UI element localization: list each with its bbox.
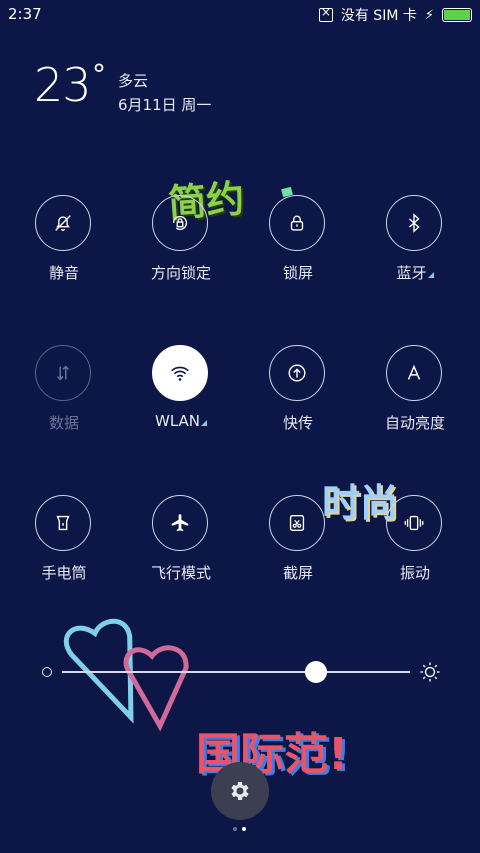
- toggle-bluetooth[interactable]: 蓝牙: [355, 195, 475, 305]
- wifi-icon: [171, 366, 189, 381]
- status-icons: 没有 SIM 卡 ⚡: [318, 5, 472, 25]
- toggle-button[interactable]: [269, 345, 325, 401]
- toggle-label-text: 手电筒: [41, 564, 87, 582]
- toggle-button[interactable]: [386, 345, 442, 401]
- toggle-airplane[interactable]: 飞行模式: [121, 495, 241, 605]
- toggle-label-text: 方向锁定: [150, 264, 211, 282]
- gear-icon: [231, 782, 249, 800]
- toggle-label-text: 数据: [48, 414, 79, 432]
- toggle-button[interactable]: [386, 195, 442, 251]
- toggle-label: 锁屏: [238, 262, 358, 283]
- toggle-button[interactable]: [35, 195, 91, 251]
- status-bar: 2:37 没有 SIM 卡 ⚡: [0, 0, 480, 28]
- weather-date: 6月11日 周一: [118, 96, 212, 114]
- toggle-label-text: 快传: [282, 414, 313, 432]
- toggle-wifi[interactable]: WLAN: [121, 345, 241, 455]
- toggle-button[interactable]: [152, 495, 208, 551]
- no-sim-icon: [318, 5, 333, 22]
- toggle-button[interactable]: [35, 495, 91, 551]
- mobile-data-icon: [56, 365, 70, 381]
- status-time: 2:37: [8, 5, 42, 23]
- toggle-rotation-lock[interactable]: 方向锁定: [121, 195, 241, 305]
- toggle-label: 自动亮度: [355, 412, 475, 433]
- expand-indicator-icon[interactable]: [427, 272, 434, 278]
- quick-transfer-icon: [288, 364, 306, 382]
- toggle-label-text: 自动亮度: [384, 414, 445, 432]
- toggle-quick-transfer[interactable]: 快传: [238, 345, 358, 455]
- toggle-label-text: 截屏: [282, 564, 313, 582]
- brightness-track[interactable]: [62, 671, 410, 673]
- toggle-label: 蓝牙: [355, 262, 475, 283]
- brightness-high-icon: [420, 662, 440, 682]
- auto-brightness-icon: [407, 364, 421, 380]
- flashlight-icon: [56, 515, 70, 531]
- brightness-slider[interactable]: [40, 660, 440, 684]
- bluetooth-icon: [408, 213, 420, 233]
- lock-icon: [290, 215, 304, 231]
- vibrate-icon: [404, 515, 424, 531]
- settings-button[interactable]: [211, 762, 269, 820]
- toggle-bell-off[interactable]: 静音: [4, 195, 124, 305]
- toggle-label: 快传: [238, 412, 358, 433]
- toggle-label: 手电筒: [4, 562, 124, 583]
- toggle-label: 飞行模式: [121, 562, 241, 583]
- toggle-auto-brightness[interactable]: 自动亮度: [355, 345, 475, 455]
- toggle-flashlight[interactable]: 手电筒: [4, 495, 124, 605]
- toggle-label: 振动: [355, 562, 475, 583]
- toggle-label-text: 静音: [48, 264, 79, 282]
- temperature: 23: [34, 58, 92, 112]
- rotation-lock-icon: [172, 215, 188, 231]
- toggle-label: WLAN: [121, 412, 241, 430]
- battery-icon: [442, 8, 472, 22]
- page-dot: [233, 827, 237, 831]
- toggle-mobile-data[interactable]: 数据: [4, 345, 124, 455]
- brightness-thumb[interactable]: [305, 661, 328, 683]
- toggle-label-text: 飞行模式: [150, 564, 211, 582]
- toggle-lock[interactable]: 锁屏: [238, 195, 358, 305]
- toggle-button[interactable]: [386, 495, 442, 551]
- toggle-button[interactable]: [35, 345, 91, 401]
- expand-indicator-icon[interactable]: [201, 420, 207, 426]
- toggle-label: 截屏: [238, 562, 358, 583]
- weather-widget[interactable]: 23 ° 多云 6月11日 周一: [34, 58, 211, 114]
- toggle-label: 静音: [4, 262, 124, 283]
- sim-status-text: 没有 SIM 卡: [340, 8, 417, 24]
- toggle-label-text: 蓝牙: [396, 264, 427, 282]
- toggle-button[interactable]: [269, 495, 325, 551]
- toggle-label-text: WLAN: [154, 412, 200, 430]
- toggle-label: 方向锁定: [121, 262, 241, 283]
- toggle-button[interactable]: [152, 195, 208, 251]
- airplane-icon: [171, 514, 189, 532]
- charging-icon: ⚡: [424, 7, 434, 23]
- brightness-low-icon: [42, 667, 52, 677]
- toggle-button[interactable]: [269, 195, 325, 251]
- toggle-label: 数据: [4, 412, 124, 433]
- toggle-button[interactable]: [152, 345, 208, 401]
- page-dot: [242, 827, 246, 831]
- screenshot-icon: [289, 514, 305, 532]
- weather-condition: 多云: [118, 72, 149, 90]
- toggle-label-text: 振动: [399, 564, 430, 582]
- page-indicator: [233, 827, 246, 831]
- toggle-label-text: 锁屏: [282, 264, 313, 282]
- toggle-vibrate[interactable]: 振动: [355, 495, 475, 605]
- degree-symbol: °: [92, 58, 106, 91]
- bell-off-icon: [55, 215, 71, 231]
- toggle-screenshot[interactable]: 截屏: [238, 495, 358, 605]
